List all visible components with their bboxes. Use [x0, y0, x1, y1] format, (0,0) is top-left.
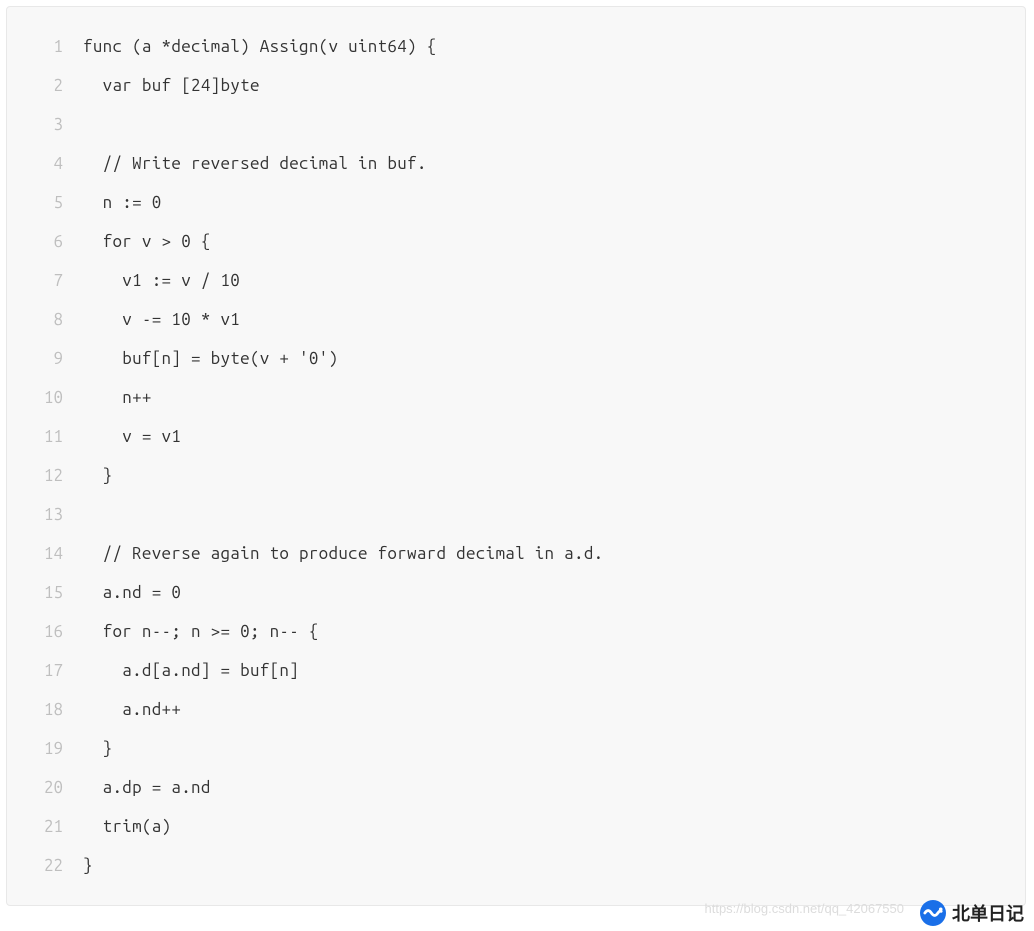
line-content: for n--; n >= 0; n-- { [83, 622, 319, 641]
line-content: a.nd++ [83, 700, 181, 719]
brand-logo-icon [920, 900, 946, 926]
line-content: a.dp = a.nd [83, 778, 211, 797]
code-line: 8 v -= 10 * v1 [7, 300, 1009, 339]
line-number: 17 [7, 661, 83, 680]
line-content: buf[n] = byte(v + '0') [83, 349, 338, 368]
line-number: 20 [7, 778, 83, 797]
code-line: 15 a.nd = 0 [7, 573, 1009, 612]
code-line: 17 a.d[a.nd] = buf[n] [7, 651, 1009, 690]
line-content: for v > 0 { [83, 232, 211, 251]
code-line: 18 a.nd++ [7, 690, 1009, 729]
code-line: 19 } [7, 729, 1009, 768]
code-line: 22} [7, 846, 1009, 885]
line-content: n := 0 [83, 193, 162, 212]
line-content: v -= 10 * v1 [83, 310, 240, 329]
line-content: } [83, 466, 112, 485]
code-line: 13 [7, 495, 1009, 534]
line-number: 21 [7, 817, 83, 836]
line-number: 4 [7, 154, 83, 173]
line-content: v = v1 [83, 427, 181, 446]
code-line: 2 var buf [24]byte [7, 66, 1009, 105]
line-number: 13 [7, 505, 83, 524]
line-number: 22 [7, 856, 83, 875]
code-line: 20 a.dp = a.nd [7, 768, 1009, 807]
line-number: 6 [7, 232, 83, 251]
line-content: v1 := v / 10 [83, 271, 240, 290]
watermark-text: https://blog.csdn.net/qq_42067550 [705, 901, 905, 916]
line-number: 5 [7, 193, 83, 212]
line-number: 9 [7, 349, 83, 368]
line-number: 19 [7, 739, 83, 758]
line-number: 18 [7, 700, 83, 719]
line-number: 7 [7, 271, 83, 290]
code-line: 21 trim(a) [7, 807, 1009, 846]
line-number: 11 [7, 427, 83, 446]
code-line: 9 buf[n] = byte(v + '0') [7, 339, 1009, 378]
code-line: 7 v1 := v / 10 [7, 261, 1009, 300]
line-number: 2 [7, 76, 83, 95]
code-line: 6 for v > 0 { [7, 222, 1009, 261]
code-line: 14 // Reverse again to produce forward d… [7, 534, 1009, 573]
line-content: // Write reversed decimal in buf. [83, 154, 427, 173]
line-content: trim(a) [83, 817, 171, 836]
line-content: a.nd = 0 [83, 583, 181, 602]
brand-name: 北单日记 [952, 900, 1024, 926]
code-line: 1func (a *decimal) Assign(v uint64) { [7, 27, 1009, 66]
line-content: func (a *decimal) Assign(v uint64) { [83, 37, 437, 56]
line-content: // Reverse again to produce forward deci… [83, 544, 603, 563]
line-number: 12 [7, 466, 83, 485]
line-content: } [83, 739, 112, 758]
brand-label: 北单日记 [920, 900, 1024, 926]
code-line: 16 for n--; n >= 0; n-- { [7, 612, 1009, 651]
code-line: 11 v = v1 [7, 417, 1009, 456]
code-line: 4 // Write reversed decimal in buf. [7, 144, 1009, 183]
line-content: var buf [24]byte [83, 76, 260, 95]
code-line: 10 n++ [7, 378, 1009, 417]
line-number: 15 [7, 583, 83, 602]
code-block: 1func (a *decimal) Assign(v uint64) {2 v… [6, 6, 1026, 906]
line-number: 3 [7, 115, 83, 134]
line-content: } [83, 856, 93, 875]
code-line: 3 [7, 105, 1009, 144]
code-line: 5 n := 0 [7, 183, 1009, 222]
line-number: 14 [7, 544, 83, 563]
line-number: 1 [7, 37, 83, 56]
line-number: 16 [7, 622, 83, 641]
line-content: n++ [83, 388, 152, 407]
line-number: 8 [7, 310, 83, 329]
line-number: 10 [7, 388, 83, 407]
line-content: a.d[a.nd] = buf[n] [83, 661, 299, 680]
code-line: 12 } [7, 456, 1009, 495]
